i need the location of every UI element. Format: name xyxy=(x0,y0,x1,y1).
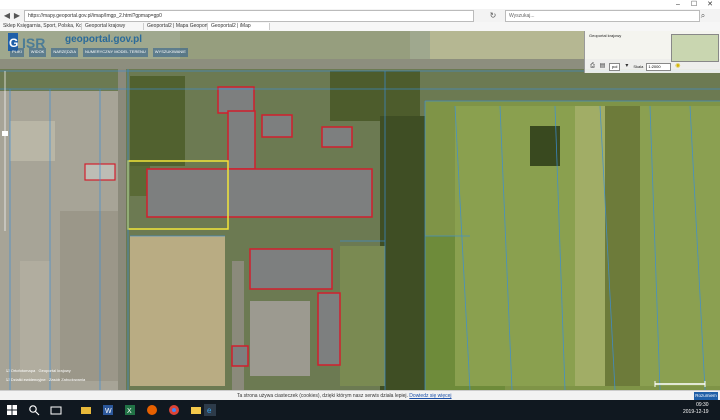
menu-search[interactable]: WYSZUKIWANIE xyxy=(152,48,188,57)
menu-view[interactable]: WIDOK xyxy=(28,48,47,57)
building xyxy=(227,110,256,170)
back-icon[interactable]: ◀ xyxy=(2,10,12,21)
forward-icon[interactable]: ▶ xyxy=(12,10,22,21)
overview-map[interactable] xyxy=(671,34,719,62)
map-toolbar: Geoportal krajowy ⎙ ▤ pol ▾ Skala 1:2000… xyxy=(584,31,720,73)
checkbox-icon[interactable]: ☑ xyxy=(6,368,10,373)
svg-text:X: X xyxy=(127,408,132,415)
chevron-down-icon[interactable]: ▾ xyxy=(623,63,630,70)
navigation-bar: ◀ ▶ https://mapy.geoportal.gov.pl/imap/I… xyxy=(0,9,720,23)
search-icon[interactable]: ⌕ xyxy=(698,10,708,21)
overview-title: Geoportal krajowy xyxy=(589,33,622,38)
tab-geoportal[interactable]: Geoportal krajowy xyxy=(82,23,144,30)
checkbox-icon[interactable]: ☑ xyxy=(6,377,10,382)
cookie-message: Ta strona używa ciasteczek (cookies), dz… xyxy=(237,392,452,400)
system-clock[interactable]: 09:30 2019-12-19 xyxy=(683,402,709,416)
edge-icon[interactable]: e xyxy=(204,404,216,416)
task-view-icon[interactable] xyxy=(50,404,62,416)
maximize-button[interactable]: ☐ xyxy=(688,0,700,9)
orthophoto-map[interactable] xyxy=(0,31,720,390)
tab-shop[interactable]: Sklep Księgarnia, Sport, Polska, Kozłow.… xyxy=(0,23,82,30)
scale-input[interactable]: 1:2000 xyxy=(646,62,672,71)
folder-icon[interactable] xyxy=(190,404,202,416)
close-button[interactable]: ✕ xyxy=(704,0,716,9)
svg-text:e: e xyxy=(207,406,212,415)
map-view[interactable]: G ISR geoportal.gov.pl PLIKI WIDOK NARZĘ… xyxy=(0,31,720,390)
scale-label: Skala xyxy=(633,64,644,69)
tab-imap[interactable]: Geoportal2 | iMap xyxy=(208,23,270,30)
firefox-icon[interactable] xyxy=(146,404,158,416)
cookie-accept-button[interactable]: Rozumiem xyxy=(694,392,718,400)
layer-row[interactable]: ☑ Działki ewidencyjne Zasób Zabudowania xyxy=(6,375,146,384)
eye-icon[interactable]: ◉ xyxy=(674,63,681,70)
building xyxy=(146,168,373,218)
main-menu: PLIKI WIDOK NARZĘDZIA NUMERYCZNY MODEL T… xyxy=(10,48,188,57)
unit-select[interactable]: pol xyxy=(609,62,621,71)
cookie-more-link[interactable]: Dowiedz się więcej xyxy=(409,393,451,399)
taskbar: W X e 09:30 2019-12-19 xyxy=(0,400,720,420)
zoom-slider[interactable] xyxy=(2,71,8,231)
clock-date: 2019-12-19 xyxy=(683,409,709,415)
tab-geoportal2[interactable]: Geoportal2 | Mapa Geoportal 2 xyxy=(144,23,208,30)
scale-row: ⎙ ▤ pol ▾ Skala 1:2000 ◉ xyxy=(589,62,681,71)
address-input[interactable]: https://mapy.geoportal.gov.pl/imap/Imgp_… xyxy=(24,10,474,22)
portal-name: geoportal.gov.pl xyxy=(65,34,143,45)
building xyxy=(249,248,333,290)
building xyxy=(261,114,293,138)
search-icon[interactable] xyxy=(28,404,40,416)
clock-time: 09:30 xyxy=(696,402,709,408)
menu-tools[interactable]: NARZĘDZIA xyxy=(51,48,79,57)
chrome-icon[interactable] xyxy=(168,404,180,416)
building xyxy=(231,345,249,367)
save-icon[interactable]: ▤ xyxy=(599,63,606,70)
print-icon[interactable]: ⎙ xyxy=(589,63,596,70)
building xyxy=(321,126,353,148)
layer-label: Działki ewidencyjne xyxy=(10,377,46,382)
search-input[interactable]: Wyszukaj... xyxy=(505,10,700,22)
title-bar: – ☐ ✕ xyxy=(0,0,720,9)
layer-row[interactable]: ☑ Ortofotomapa Geoportal krajowy xyxy=(6,366,146,375)
menu-files[interactable]: PLIKI xyxy=(10,48,24,57)
minimize-button[interactable]: – xyxy=(672,0,684,9)
layer-label: Ortofotomapa xyxy=(10,368,36,373)
svg-text:W: W xyxy=(105,408,112,415)
layer-status: Zasób Zabudowania xyxy=(48,377,86,382)
zoom-handle xyxy=(2,131,8,136)
cookie-text: Ta strona używa ciasteczek (cookies), dz… xyxy=(237,393,408,399)
explorer-icon[interactable] xyxy=(80,404,92,416)
word-icon[interactable]: W xyxy=(102,404,114,416)
excel-icon[interactable]: X xyxy=(124,404,136,416)
building xyxy=(217,86,255,114)
menu-terrain-model[interactable]: NUMERYCZNY MODEL TERENU xyxy=(83,48,148,57)
building xyxy=(317,292,341,366)
layer-status: Geoportal krajowy xyxy=(38,368,71,373)
refresh-icon[interactable]: ↻ xyxy=(488,10,498,21)
layers-panel: ☑ Ortofotomapa Geoportal krajowy ☑ Dział… xyxy=(6,366,146,390)
start-icon[interactable] xyxy=(6,404,18,416)
